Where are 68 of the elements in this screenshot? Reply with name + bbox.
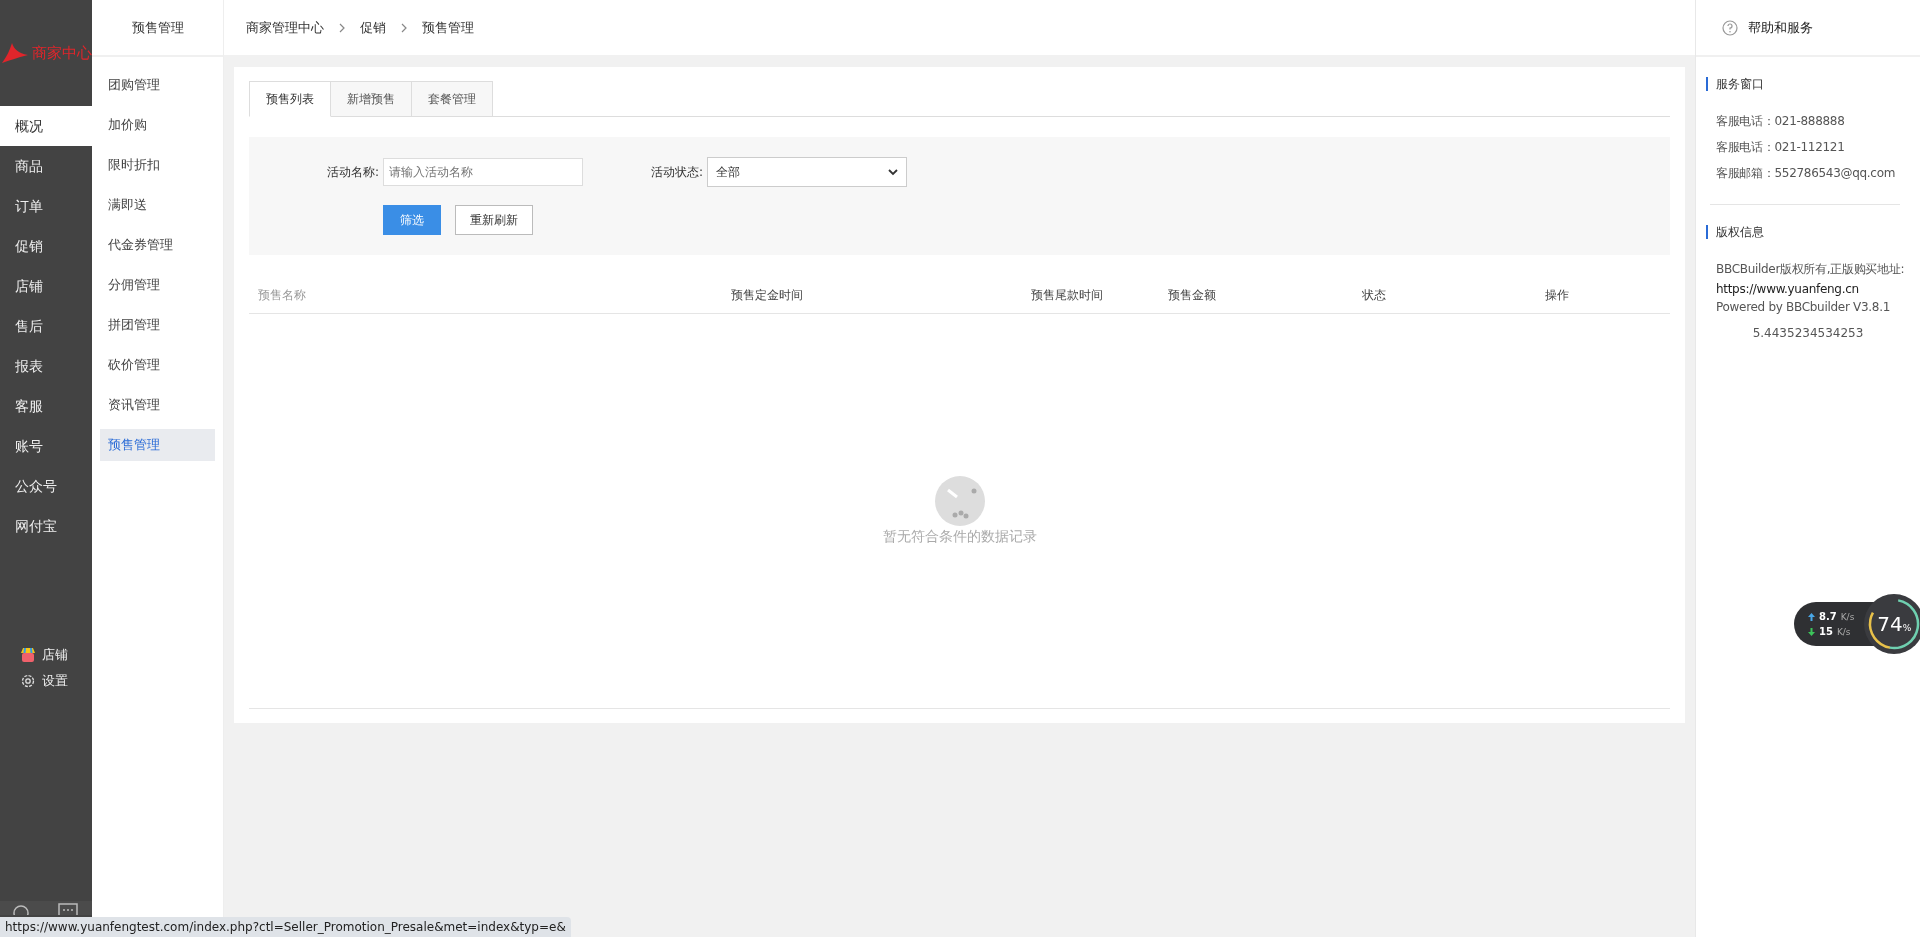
submenu-item[interactable]: 预售管理 xyxy=(100,429,215,461)
nav-item[interactable]: 订单 xyxy=(0,186,92,226)
nav-item[interactable]: 网付宝 xyxy=(0,506,92,546)
breadcrumb-item: 预售管理 xyxy=(422,18,474,37)
help-title: 帮助和服务 xyxy=(1748,18,1813,37)
column-header: 预售尾款时间 xyxy=(1030,286,1104,304)
status-bar-url: https://www.yuanfengtest.com/index.php?ctl=Seller_Promotion_Presale&met=index&typ=e& xyxy=(0,917,571,937)
copyright-line: BBCBuilder版权所有,正版购买地址: xyxy=(1716,261,1906,278)
contact-line: 客服电话：021-112121 xyxy=(1716,139,1846,156)
contact-line: 客服电话：021-888888 xyxy=(1716,113,1846,130)
column-header: 预售金额 xyxy=(1167,286,1217,304)
empty-planet-icon xyxy=(934,476,985,526)
usage-percent: 74% xyxy=(1877,612,1912,636)
name-input-field[interactable]: 请输入活动名称 xyxy=(383,158,583,186)
submenu-item[interactable]: 拼团管理 xyxy=(100,309,215,341)
submenu-item[interactable]: 限时折扣 xyxy=(100,149,215,181)
submenu-item[interactable]: 满即送 xyxy=(100,189,215,221)
breadcrumb-item[interactable]: 促销 xyxy=(360,18,386,37)
tab[interactable]: 新增预售 xyxy=(331,81,412,117)
field-label: 活动状态: xyxy=(649,163,704,181)
status-select[interactable]: 全部 xyxy=(707,157,907,187)
nav-item[interactable]: 客服 xyxy=(0,386,92,426)
contact-line: 客服邮箱：552786543@qq.com xyxy=(1716,165,1897,182)
shop-icon xyxy=(20,647,36,663)
submenu-item[interactable]: 砍价管理 xyxy=(100,349,215,381)
settings-icon xyxy=(20,673,36,689)
nav-item[interactable]: 概况 xyxy=(0,106,92,146)
nav-link[interactable]: 店铺 xyxy=(20,646,92,664)
nav-item[interactable]: 报表 xyxy=(0,346,92,386)
arrow-up-icon xyxy=(1808,612,1815,621)
empty-message: 暂无符合条件的数据记录 xyxy=(882,528,1037,546)
version-text: 5.4435234534253 xyxy=(1751,326,1865,340)
nav-item[interactable]: 账号 xyxy=(0,426,92,466)
refresh-button[interactable]: 重新刷新 xyxy=(455,205,533,235)
column-header: 状态 xyxy=(1361,286,1387,304)
chevron-right-icon xyxy=(338,22,346,33)
section-title: 版权信息 xyxy=(1706,225,1920,239)
nav-item[interactable]: 公众号 xyxy=(0,466,92,506)
tab[interactable]: 预售列表 xyxy=(249,81,331,117)
nav-link[interactable]: 设置 xyxy=(20,672,92,690)
submenu-item[interactable]: 分佣管理 xyxy=(100,269,215,301)
column-header: 预售定金时间 xyxy=(730,286,804,304)
field-label: 活动名称: xyxy=(325,163,380,181)
submenu-item[interactable]: 团购管理 xyxy=(100,69,215,101)
chat-icon[interactable] xyxy=(58,903,78,915)
copyright-line: Powered by BBCbuilder V3.8.1 xyxy=(1716,300,1891,314)
submenu-item[interactable]: 代金券管理 xyxy=(100,229,215,261)
column-header: 预售名称 xyxy=(257,286,307,304)
breadcrumb-item[interactable]: 商家管理中心 xyxy=(246,18,324,37)
help-icon xyxy=(1722,19,1738,36)
upload-speed: 8.7 xyxy=(1819,611,1837,622)
submenu-item[interactable]: 加价购 xyxy=(100,109,215,141)
arrow-down-icon xyxy=(1808,627,1815,636)
submenu-item[interactable]: 资讯管理 xyxy=(100,389,215,421)
copyright-line: https://www.yuanfeng.cn xyxy=(1716,282,1860,296)
download-speed: 15 xyxy=(1819,626,1833,637)
column-header: 操作 xyxy=(1544,286,1570,304)
chevron-right-icon xyxy=(400,22,408,33)
nav-item[interactable]: 商品 xyxy=(0,146,92,186)
speed-unit: K/s xyxy=(1836,626,1851,637)
speed-unit: K/s xyxy=(1840,611,1855,622)
logo-text: 商家中心 xyxy=(32,43,92,63)
caret-icon xyxy=(888,168,898,176)
section-title: 服务窗口 xyxy=(1706,77,1920,91)
nav-item[interactable]: 售后 xyxy=(0,306,92,346)
tab[interactable]: 套餐管理 xyxy=(412,81,493,117)
nav-item[interactable]: 店铺 xyxy=(0,266,92,306)
nav-item[interactable]: 促销 xyxy=(0,226,92,266)
